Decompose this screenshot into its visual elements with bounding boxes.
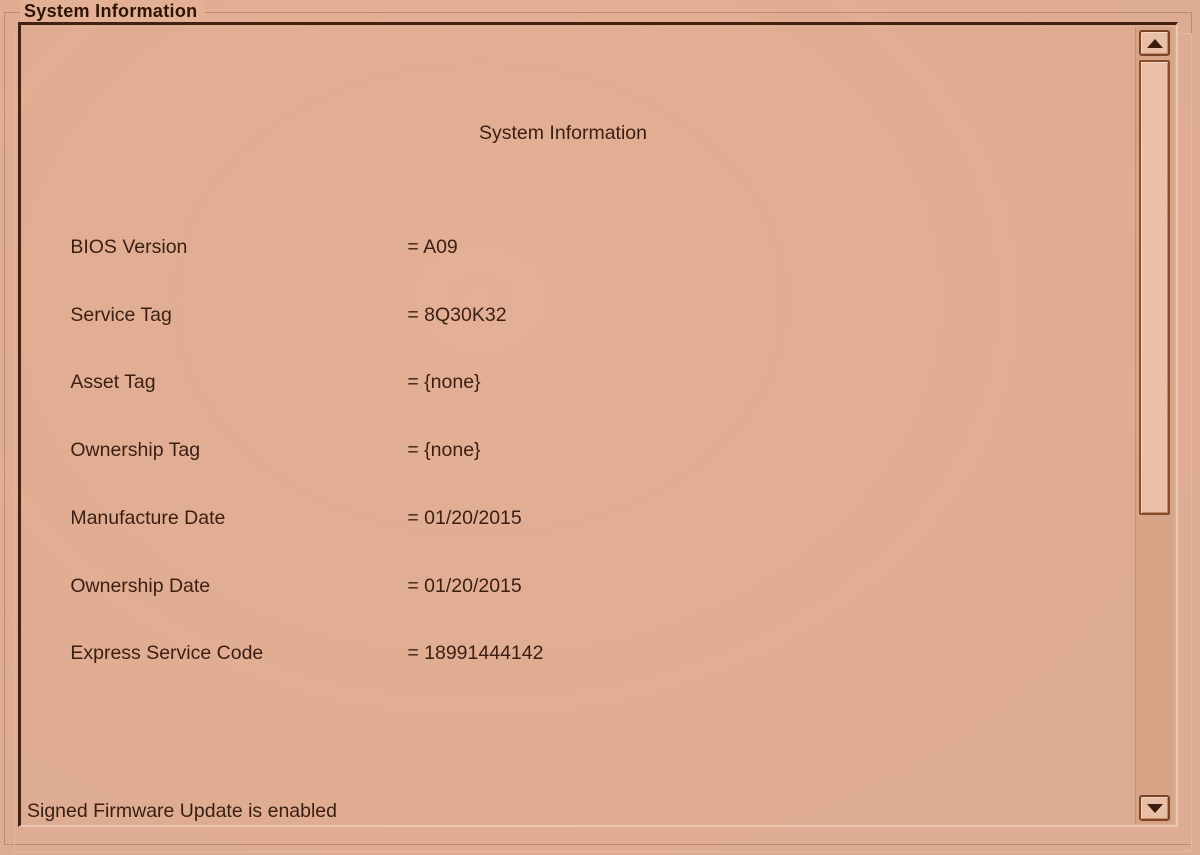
label-manufacture-date: Manufacture Date bbox=[70, 506, 226, 529]
value-ownership-tag: = {none} bbox=[407, 439, 481, 462]
section-title-system: System Information bbox=[479, 122, 647, 145]
label-ownership-date: Ownership Date bbox=[70, 574, 211, 597]
vertical-scrollbar[interactable] bbox=[1135, 27, 1174, 824]
row-bios-version: BIOS Version = A09 bbox=[27, 213, 1141, 258]
row-ownership-date: Ownership Date = 01/20/2015 bbox=[27, 552, 1141, 597]
row-ownership-tag: Ownership Tag = {none} bbox=[27, 417, 1141, 461]
label-asset-tag: Asset Tag bbox=[70, 371, 156, 394]
label-bios-version: BIOS Version bbox=[70, 235, 188, 258]
scroll-down-button[interactable] bbox=[1139, 795, 1170, 821]
value-asset-tag: = {none} bbox=[407, 371, 481, 394]
row-asset-tag: Asset Tag = {none} bbox=[27, 349, 1141, 393]
arrow-up-icon bbox=[1146, 38, 1163, 48]
label-express-service-code: Express Service Code bbox=[70, 642, 264, 665]
system-information-text: System Information BIOS Version = A09 Ser… bbox=[21, 25, 1141, 825]
row-express-service-code: Express Service Code = 18991444142 bbox=[27, 620, 1141, 664]
arrow-down-icon bbox=[1146, 803, 1163, 813]
value-manufacture-date: = 01/20/2015 bbox=[407, 506, 522, 529]
label-service-tag: Service Tag bbox=[70, 303, 172, 326]
label-ownership-tag: Ownership Tag bbox=[70, 439, 201, 462]
scrollbar-thumb[interactable] bbox=[1139, 60, 1170, 515]
groupbox-legend: System Information bbox=[20, 0, 206, 22]
row-service-tag: Service Tag = 8Q30K32 bbox=[27, 281, 1141, 326]
value-express-service-code: = 18991444142 bbox=[407, 642, 544, 665]
content-panel: System Information BIOS Version = A09 Ser… bbox=[18, 22, 1178, 827]
bios-screen: System Information System Information BI… bbox=[0, 0, 1200, 855]
scroll-up-button[interactable] bbox=[1139, 30, 1170, 56]
signed-firmware-status: Signed Firmware Update is enabled bbox=[27, 800, 338, 822]
value-bios-version: = A09 bbox=[407, 235, 458, 258]
row-manufacture-date: Manufacture Date = 01/20/2015 bbox=[27, 484, 1141, 529]
value-service-tag: = 8Q30K32 bbox=[407, 303, 507, 326]
value-ownership-date: = 01/20/2015 bbox=[407, 574, 522, 597]
